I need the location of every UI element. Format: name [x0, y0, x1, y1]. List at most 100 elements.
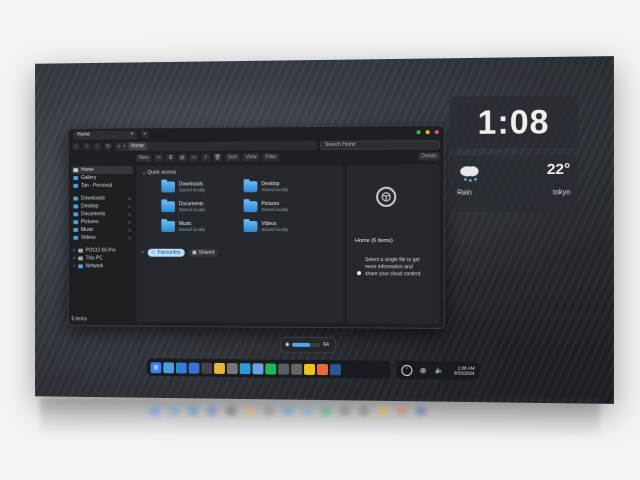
- paste-icon[interactable]: ▤: [177, 153, 187, 162]
- home-icon: ⌂: [117, 143, 121, 150]
- chevron-down-icon: ⌄: [141, 169, 146, 176]
- sort-button[interactable]: Sort: [224, 152, 240, 162]
- close-button[interactable]: [434, 130, 439, 135]
- download-folder-icon: [161, 181, 175, 193]
- settings-icon[interactable]: [226, 362, 238, 374]
- cut-icon[interactable]: ✂: [154, 153, 164, 162]
- home-settings-icon: [376, 186, 397, 207]
- sidebar-item-label: Gallery: [81, 174, 97, 181]
- sidebar-item-pictures[interactable]: Pictures ✎: [71, 218, 133, 226]
- folder-tile-desktop[interactable]: Desktop Stored locally: [243, 181, 289, 193]
- start-icon[interactable]: ⊞: [150, 361, 162, 373]
- sidebar-item-phone[interactable]: › POCO X6 Pro: [71, 247, 133, 255]
- shared-tab[interactable]: ▣ Shared: [188, 248, 219, 257]
- filter-button[interactable]: Filter: [262, 152, 280, 161]
- sidebar-item-label: Videos: [81, 234, 96, 241]
- quick-access-header[interactable]: ⌄ Quick access: [142, 170, 176, 176]
- weather-city: tokyo: [552, 189, 571, 197]
- folder-status: Stored locally: [261, 187, 289, 193]
- delete-icon[interactable]: 🗑: [213, 153, 222, 162]
- folder-tile-documents[interactable]: Documents Stored locally: [161, 201, 205, 213]
- reflection-edge-icon: [188, 406, 198, 416]
- speaker-icon[interactable]: 🔈: [434, 365, 445, 376]
- reflection-store-icon: [359, 406, 369, 416]
- folder-tile-music[interactable]: Music Stored locally: [161, 221, 205, 232]
- reflection-media-icon: [340, 406, 350, 416]
- app-icon[interactable]: [329, 363, 341, 375]
- temperature: 22°: [546, 160, 571, 179]
- sidebar-item-desktop[interactable]: Desktop ✎: [71, 202, 133, 210]
- sidebar-item-label: Tan - Personal: [81, 182, 113, 189]
- browser-icon[interactable]: [239, 362, 251, 374]
- new-label: New: [138, 154, 149, 161]
- folder-tile-videos[interactable]: Videos Stored locally: [243, 221, 288, 232]
- media-icon[interactable]: [278, 363, 290, 375]
- reflection-notepad-icon: [302, 406, 312, 416]
- quick-access-label: Quick access: [147, 169, 177, 176]
- sidebar-item-music[interactable]: Music ✎: [71, 226, 133, 234]
- folder-tile-downloads[interactable]: Downloads Stored locally: [161, 181, 206, 193]
- breadcrumb[interactable]: Home: [128, 142, 147, 151]
- photos-icon[interactable]: [188, 362, 200, 374]
- favourites-label: Favourites: [157, 249, 181, 256]
- clock-minutes: 08: [509, 102, 550, 141]
- search-input[interactable]: Search Home: [319, 139, 440, 150]
- store-icon[interactable]: [291, 363, 303, 375]
- sidebar-item-downloads[interactable]: Downloads ✎: [71, 195, 133, 203]
- folder-icon: [73, 228, 79, 232]
- pictures-folder-icon: [243, 201, 258, 213]
- reflection-terminal-icon: [226, 406, 236, 416]
- screen-reflection: [40, 398, 600, 438]
- sort-label: Sort: [227, 153, 237, 160]
- view-button[interactable]: View: [242, 152, 260, 161]
- volume-slider[interactable]: [292, 342, 321, 348]
- details-button[interactable]: Details: [418, 151, 440, 160]
- sidebar-item-network[interactable]: › Network: [71, 262, 133, 270]
- globe-icon[interactable]: ⊕: [418, 365, 429, 376]
- volume-value: 64: [323, 342, 329, 349]
- phone-icon: [77, 248, 83, 253]
- chevron-up-icon[interactable]: ⌃: [401, 364, 413, 376]
- paint-icon[interactable]: [317, 363, 328, 375]
- sidebar-item-this-pc[interactable]: › This PC: [71, 255, 133, 263]
- back-icon[interactable]: ‹: [72, 142, 81, 151]
- pin-icon: ✎: [127, 203, 132, 209]
- sticky-notes-icon[interactable]: [304, 363, 316, 375]
- new-tab-button[interactable]: +: [140, 130, 149, 139]
- chrome-icon[interactable]: [214, 362, 225, 374]
- copy-icon[interactable]: ⧉: [166, 153, 175, 162]
- folder-tile-pictures[interactable]: Pictures Stored locally: [243, 201, 288, 213]
- sidebar-item-label: POCO X6 Pro: [85, 247, 116, 254]
- terminal-icon[interactable]: [201, 362, 213, 374]
- sidebar-item-label: Desktop: [81, 203, 99, 210]
- reflection-sticky-notes-icon: [378, 406, 388, 416]
- rename-icon[interactable]: ▭: [189, 153, 199, 162]
- sidebar-item-documents[interactable]: Documents ✎: [71, 210, 133, 218]
- reflection-settings-icon: [264, 406, 274, 416]
- new-button[interactable]: New: [136, 153, 152, 162]
- minimize-button[interactable]: [425, 130, 430, 135]
- notepad-icon[interactable]: [252, 362, 264, 374]
- forward-icon[interactable]: ›: [82, 142, 91, 151]
- share-icon[interactable]: ⇪: [201, 153, 211, 162]
- up-icon[interactable]: ↑: [93, 142, 102, 151]
- sidebar-item-onedrive[interactable]: Tan - Personal: [71, 182, 133, 190]
- edge-icon[interactable]: [175, 362, 187, 374]
- sidebar-item-gallery[interactable]: Gallery: [71, 174, 133, 182]
- tab-home[interactable]: Home ×: [73, 129, 138, 140]
- file-explorer-icon[interactable]: [163, 361, 174, 373]
- chevron-right-icon: ›: [141, 249, 144, 256]
- folder-status: Stored locally: [178, 187, 206, 193]
- address-bar[interactable]: ⌂ › Home: [114, 140, 318, 151]
- favourites-tab[interactable]: ☆ Favourites: [147, 248, 185, 257]
- sidebar-item-videos[interactable]: Videos ✎: [71, 234, 133, 242]
- refresh-icon[interactable]: ↻: [104, 142, 112, 151]
- spotify-icon[interactable]: [265, 362, 277, 375]
- reflection-spotify-icon: [321, 406, 331, 416]
- reflection-app-icon: [416, 406, 426, 416]
- tab-close-icon[interactable]: ×: [130, 131, 133, 137]
- maximize-button[interactable]: [416, 130, 421, 135]
- sidebar-item-label: Network: [85, 263, 104, 270]
- clock-hours: 1: [477, 103, 498, 141]
- tray-clock[interactable]: 1:08 AM 8/15/2024: [454, 365, 474, 375]
